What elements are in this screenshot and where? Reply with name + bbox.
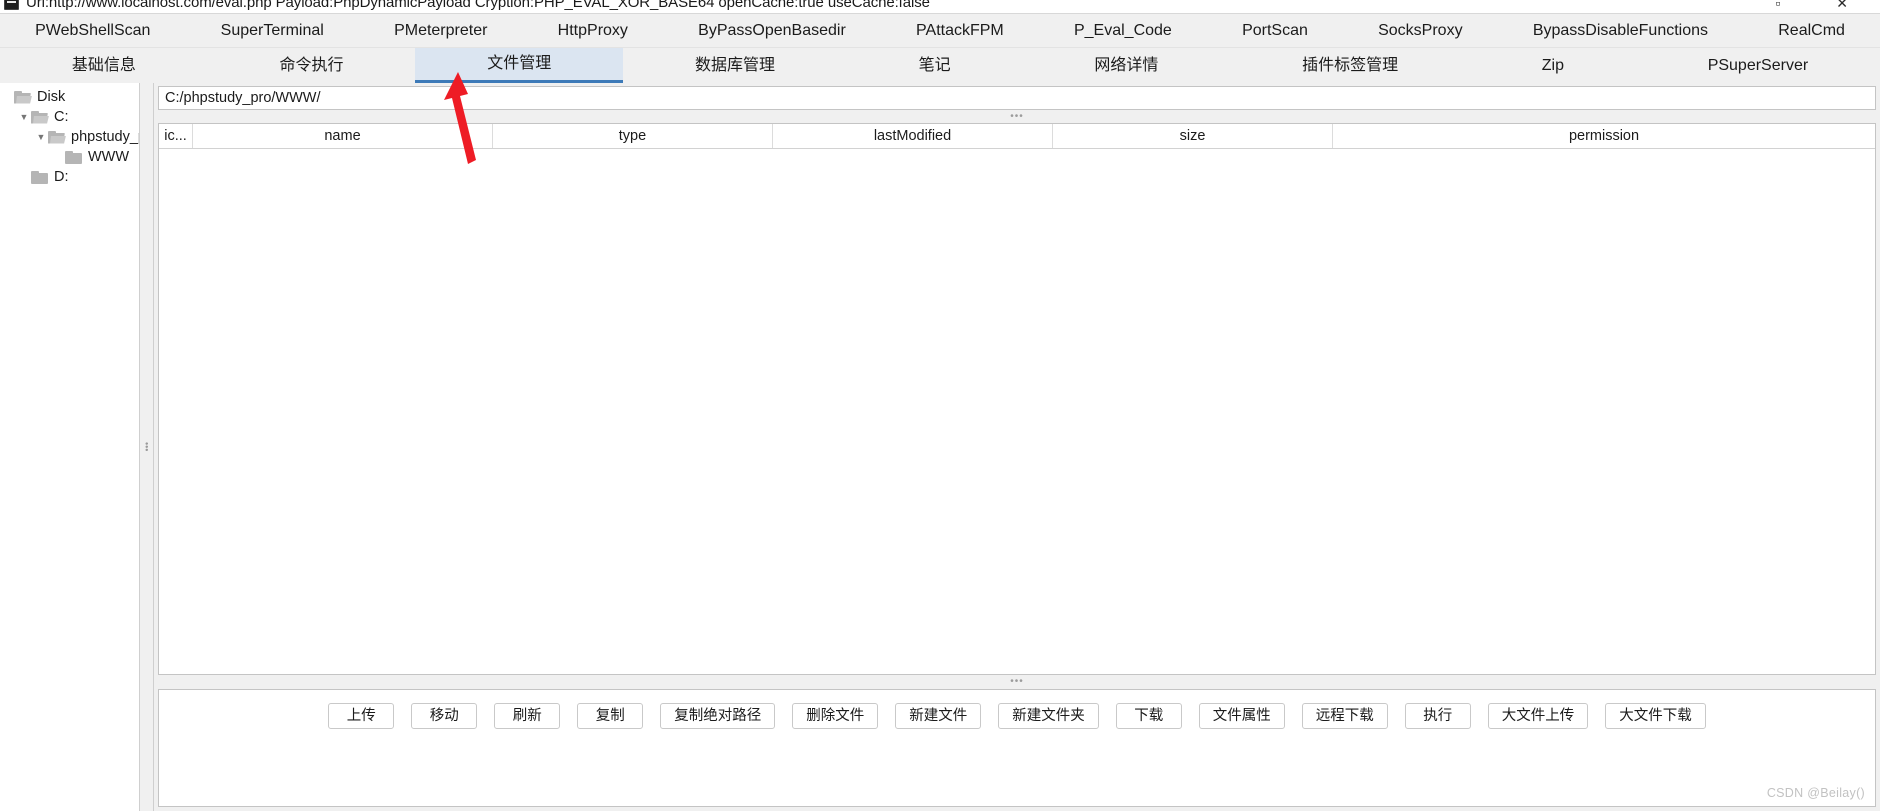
function-tab-7[interactable]: Zip — [1470, 48, 1636, 83]
action-button-9[interactable]: 文件属性 — [1198, 703, 1285, 729]
column-header-size[interactable]: size — [1053, 124, 1333, 148]
action-button-6[interactable]: 新建文件 — [895, 703, 982, 729]
action-button-2[interactable]: 刷新 — [494, 703, 561, 729]
app-icon — [4, 0, 19, 10]
main-body: Disk ▼ C: ▼ phpstudy_pro WWW D: ••• ••• ic...n… — [0, 83, 1880, 811]
file-table-body[interactable] — [159, 149, 1875, 674]
folder-open-icon — [48, 130, 66, 144]
tree-node-label: WWW — [88, 149, 130, 165]
column-header-lastmodified[interactable]: lastModified — [773, 124, 1053, 148]
action-button-row: 上传 移动 刷新 复制 复制绝对路径 删除文件 新建文件 新建文件夹 下载 文件属性 远程下载 执行大… — [159, 690, 1875, 729]
action-button-5[interactable]: 删除文件 — [792, 703, 879, 729]
plugin-tab-pmeterpreter[interactable]: PMeterpreter — [359, 14, 523, 47]
tree-node[interactable]: ▼ C: — [0, 107, 139, 127]
folder-icon — [31, 170, 49, 184]
column-header-permission[interactable]: permission — [1333, 124, 1875, 148]
function-tab-8[interactable]: PSuperServer — [1636, 48, 1880, 83]
vertical-splitter[interactable]: ••• — [140, 83, 154, 811]
plugin-tab-socksproxy[interactable]: SocksProxy — [1343, 14, 1498, 47]
action-button-12[interactable]: 大文件上传 — [1487, 703, 1589, 729]
column-header-name[interactable]: name — [193, 124, 493, 148]
function-tab-3[interactable]: 数据库管理 — [623, 48, 847, 83]
path-input[interactable] — [158, 86, 1876, 110]
plugin-tab-superterminal[interactable]: SuperTerminal — [186, 14, 359, 47]
chevron-down-icon[interactable]: ▼ — [34, 127, 48, 147]
plugin-tab-p-eval-code[interactable]: P_Eval_Code — [1039, 14, 1207, 47]
file-table: ic... name type lastModified size permission — [158, 123, 1876, 675]
table-top-splitter[interactable]: ••• — [154, 111, 1880, 123]
tree-node[interactable]: D: — [0, 167, 139, 187]
folder-open-icon — [31, 110, 49, 124]
function-tab-5[interactable]: 网络详情 — [1023, 48, 1231, 83]
plugin-tab-portscan[interactable]: PortScan — [1207, 14, 1343, 47]
path-row — [154, 83, 1880, 111]
tree-node-label: C: — [54, 109, 69, 125]
action-button-11[interactable]: 执行 — [1404, 703, 1471, 729]
table-bottom-splitter[interactable]: ••• — [154, 675, 1880, 689]
watermark: CSDN @Beilay() — [1766, 786, 1865, 800]
action-button-7[interactable]: 新建文件夹 — [998, 703, 1099, 729]
title-bar: Url:http://www.localhost.com/eval.php Pa… — [0, 0, 1880, 14]
action-button-4[interactable]: 复制绝对路径 — [660, 703, 776, 729]
function-tab-1[interactable]: 命令执行 — [208, 48, 416, 83]
plugin-tab-bypassdisablefunctions[interactable]: BypassDisableFunctions — [1498, 14, 1743, 47]
action-button-8[interactable]: 下载 — [1115, 703, 1182, 729]
function-tab-4[interactable]: 笔记 — [847, 48, 1023, 83]
table-top-splitter-grip: ••• — [1010, 111, 1024, 122]
window-controls[interactable]: ▫ ✕ — [1775, 0, 1874, 12]
tree-node-label: phpstudy_pro — [71, 129, 139, 145]
vertical-splitter-grip: ••• — [141, 442, 152, 452]
plugin-tab-realcmd[interactable]: RealCmd — [1743, 14, 1880, 47]
file-manager-pane: ••• ic...nametypelastModifiedsizepermiss… — [154, 83, 1880, 811]
app-window: Url:http://www.localhost.com/eval.php Pa… — [0, 0, 1880, 811]
tree-node[interactable]: ▼ phpstudy_pro — [0, 127, 139, 147]
function-tab-bar: 基础信息 命令执行 文件管理 数据库管理 笔记 网络详情 插件标签管理 Zip PSuperSe… — [0, 48, 1880, 83]
folder-icon — [65, 150, 83, 164]
function-tab-0[interactable]: 基础信息 — [0, 48, 208, 83]
chevron-down-icon[interactable]: ▼ — [17, 107, 31, 127]
plugin-tab-httpproxy[interactable]: HttpProxy — [523, 14, 663, 47]
tree-node-label: D: — [54, 169, 69, 185]
table-bottom-splitter-grip: ••• — [1010, 676, 1024, 687]
folder-open-icon — [14, 90, 32, 104]
action-button-1[interactable]: 移动 — [411, 703, 478, 729]
disk-tree-pane: Disk ▼ C: ▼ phpstudy_pro WWW D: — [0, 83, 140, 811]
tree-node-label: Disk — [37, 89, 66, 105]
file-table-header: ic... name type lastModified size permission — [159, 124, 1875, 149]
window-title: Url:http://www.localhost.com/eval.php Pa… — [26, 0, 930, 11]
function-tab-6[interactable]: 插件标签管理 — [1230, 48, 1470, 83]
plugin-tab-pwebshellscan[interactable]: PWebShellScan — [0, 14, 186, 47]
tree-node[interactable]: Disk — [0, 87, 139, 107]
action-button-0[interactable]: 上传 — [328, 703, 395, 729]
plugin-tab-pattackfpm[interactable]: PAttackFPM — [881, 14, 1039, 47]
action-button-panel: 上传 移动 刷新 复制 复制绝对路径 删除文件 新建文件 新建文件夹 下载 文件属性 远程下载 执行大… — [158, 689, 1876, 807]
column-header-ic[interactable]: ic... — [159, 124, 193, 148]
action-button-13[interactable]: 大文件下载 — [1605, 703, 1706, 729]
plugin-tab-bypassopenbasedir[interactable]: ByPassOpenBasedir — [663, 14, 881, 47]
function-tab-2[interactable]: 文件管理 — [415, 48, 624, 83]
plugin-tab-bar: PWebShellScan SuperTerminal PMeterpreter Ht… — [0, 14, 1880, 48]
action-button-10[interactable]: 远程下载 — [1301, 703, 1388, 729]
tree-node[interactable]: WWW — [0, 147, 139, 167]
column-header-type[interactable]: type — [493, 124, 773, 148]
action-button-3[interactable]: 复制 — [577, 703, 644, 729]
